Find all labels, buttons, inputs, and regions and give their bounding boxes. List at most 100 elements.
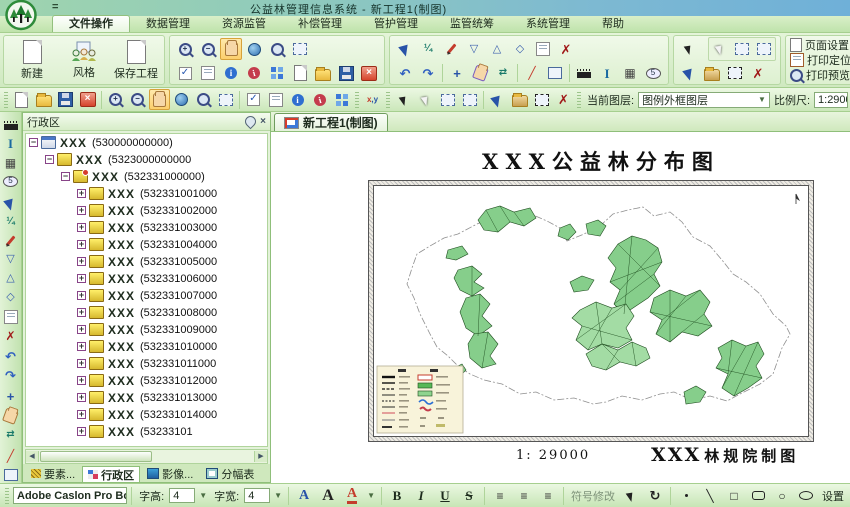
tree-township-row[interactable]: XXX (532331009000 bbox=[26, 321, 267, 338]
sb-draw-rect-button[interactable]: □ bbox=[723, 485, 745, 507]
tree-horizontal-scrollbar[interactable]: ◀ ▶ bbox=[25, 449, 268, 464]
select-in-box-button[interactable] bbox=[731, 38, 753, 60]
sb-pointer-button[interactable] bbox=[620, 485, 642, 507]
map-canvas[interactable]: XXX公益林分布图 bbox=[271, 132, 850, 483]
expand-icon[interactable] bbox=[77, 291, 86, 300]
ls-measure-button[interactable]: ¼ bbox=[1, 212, 21, 231]
expand-icon[interactable] bbox=[77, 274, 86, 283]
tree-township-row[interactable]: XXX (532331005000 bbox=[26, 253, 267, 270]
page-setup-button[interactable]: 页面设置 bbox=[790, 38, 850, 52]
menu-guard-mgmt[interactable]: 管护管理 bbox=[358, 16, 434, 32]
char-height-dropdown[interactable]: ▼ bbox=[197, 491, 209, 500]
qt-select1-button[interactable] bbox=[415, 89, 436, 110]
qt-select2-button[interactable] bbox=[437, 89, 458, 110]
qt-pan-button[interactable] bbox=[149, 89, 170, 110]
new-file-button[interactable] bbox=[289, 62, 311, 84]
sb-draw-rrect-button[interactable] bbox=[747, 485, 769, 507]
new-project-button[interactable]: 新建 bbox=[8, 39, 56, 82]
scroll-thumb[interactable] bbox=[40, 451, 152, 462]
pan-button[interactable] bbox=[220, 38, 242, 60]
strikethrough-button[interactable]: S bbox=[458, 485, 480, 507]
ls-rotate-button[interactable] bbox=[1, 406, 21, 425]
font-color-blue-button[interactable]: A bbox=[293, 485, 315, 507]
expand-icon[interactable] bbox=[77, 410, 86, 419]
ls-grid-button[interactable]: ▦ bbox=[1, 153, 21, 172]
measure-button[interactable]: ¼ bbox=[417, 38, 439, 60]
current-layer-select[interactable]: 图例外框图层▼ bbox=[638, 92, 770, 108]
qt-zoom-out-button[interactable]: − bbox=[127, 89, 148, 110]
copy-feature-button[interactable] bbox=[701, 62, 723, 84]
select-add-button[interactable] bbox=[753, 38, 775, 60]
align-center-button[interactable]: ≡ bbox=[513, 485, 535, 507]
menu-data-mgmt[interactable]: 数据管理 bbox=[130, 16, 206, 32]
expand-icon[interactable] bbox=[77, 393, 86, 402]
ibar-button[interactable]: I bbox=[596, 62, 618, 84]
collapse-icon[interactable] bbox=[45, 155, 54, 164]
ruler-button[interactable] bbox=[573, 62, 595, 84]
tree-prefecture-row[interactable]: XXX (5323000000000 bbox=[26, 151, 267, 168]
qt-pointer-button[interactable] bbox=[393, 89, 414, 110]
scale-input[interactable]: 1:29000 bbox=[814, 92, 848, 108]
tile-view-button[interactable] bbox=[266, 62, 288, 84]
qt-identify-button[interactable]: i bbox=[287, 89, 308, 110]
tree-root-row[interactable]: XXX (530000000000) bbox=[26, 134, 267, 151]
expand-icon[interactable] bbox=[77, 223, 86, 232]
char-width-dropdown[interactable]: ▼ bbox=[272, 491, 284, 500]
expand-icon[interactable] bbox=[77, 359, 86, 368]
select-check-button[interactable]: ✓ bbox=[174, 62, 196, 84]
qt-close-button[interactable]: × bbox=[77, 89, 98, 110]
menu-resource-supervision[interactable]: 资源监管 bbox=[206, 16, 282, 32]
tree-county-row[interactable]: XXX (532331000000) bbox=[26, 168, 267, 185]
sb-draw-line-button[interactable]: ╲ bbox=[699, 485, 721, 507]
font-color-dropdown[interactable]: ▼ bbox=[365, 491, 377, 500]
expand-icon[interactable] bbox=[77, 308, 86, 317]
style-button[interactable]: 风格 bbox=[60, 40, 108, 81]
ls-eye-button[interactable]: 5 bbox=[1, 172, 21, 191]
ls-select-button[interactable] bbox=[1, 193, 21, 212]
tree-township-row[interactable]: XXX (532331014000 bbox=[26, 406, 267, 423]
tree-township-row[interactable]: XXX (532331001000 bbox=[26, 185, 267, 202]
qt-flag-button[interactable] bbox=[487, 89, 508, 110]
undo-button[interactable]: ↶ bbox=[394, 62, 416, 84]
qt-select3-button[interactable] bbox=[459, 89, 480, 110]
statusbar-grip[interactable] bbox=[5, 488, 9, 504]
menu-supervision-planning[interactable]: 监管统筹 bbox=[434, 16, 510, 32]
move-button[interactable]: + bbox=[446, 62, 468, 84]
ls-move-button[interactable]: + bbox=[1, 387, 21, 406]
qt-xy-button[interactable]: x,y bbox=[362, 89, 383, 110]
tab-admin-region[interactable]: 行政区 bbox=[82, 466, 140, 482]
marquee-button[interactable] bbox=[724, 62, 746, 84]
identify-all-button[interactable]: i bbox=[243, 62, 265, 84]
magnifier-button[interactable] bbox=[266, 38, 288, 60]
expand-icon[interactable] bbox=[77, 240, 86, 249]
edit-select-button[interactable] bbox=[394, 38, 416, 60]
tab-elements[interactable]: 要素... bbox=[25, 465, 81, 482]
sb-draw-circle-button[interactable]: ○ bbox=[771, 485, 793, 507]
save-file-button[interactable] bbox=[335, 62, 357, 84]
tree-township-row[interactable]: XXX (532331010000 bbox=[26, 338, 267, 355]
font-select[interactable]: Adobe Caslon Pro Bold▼ bbox=[13, 487, 127, 504]
qt-zoom-in-button[interactable]: + bbox=[105, 89, 126, 110]
qt-magnifier-button[interactable] bbox=[193, 89, 214, 110]
qt-open-button[interactable] bbox=[33, 89, 54, 110]
tree-township-row[interactable]: XXX (532331003000 bbox=[26, 219, 267, 236]
font-color-red-button[interactable]: A bbox=[341, 485, 363, 507]
tree-township-row[interactable]: XXX (532331011000 bbox=[26, 355, 267, 372]
ls-polygon-button[interactable]: △ bbox=[1, 269, 21, 288]
tree-township-row[interactable]: XXX (532331006000 bbox=[26, 270, 267, 287]
doc-tab-project1[interactable]: 新工程1(制图) bbox=[274, 113, 388, 131]
qt-attributes-button[interactable] bbox=[265, 89, 286, 110]
char-width-input[interactable]: 4 bbox=[244, 488, 270, 503]
sb-rotate-button[interactable]: ↻ bbox=[644, 485, 666, 507]
attributes-button[interactable] bbox=[197, 62, 219, 84]
ls-note-button[interactable] bbox=[1, 307, 21, 326]
expand-icon[interactable] bbox=[77, 257, 86, 266]
pointer-button[interactable] bbox=[678, 38, 700, 60]
zoom-in-button[interactable]: + bbox=[174, 38, 196, 60]
open-file-button[interactable] bbox=[312, 62, 334, 84]
align-right-button[interactable]: ≡ bbox=[537, 485, 559, 507]
delete-feature-button[interactable]: ✗ bbox=[555, 38, 577, 60]
tree-township-row[interactable]: XXX (53233101 bbox=[26, 423, 267, 440]
ls-ibar-button[interactable]: I bbox=[1, 134, 21, 153]
sketch-button[interactable] bbox=[440, 38, 462, 60]
